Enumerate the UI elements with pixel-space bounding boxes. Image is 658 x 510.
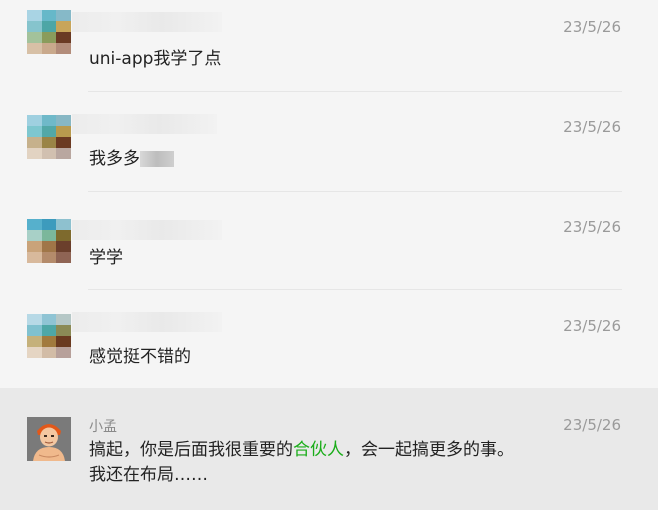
comment-text: 感觉挺不错的 <box>89 347 191 367</box>
username-redacted <box>72 312 222 332</box>
comment-list: 23/5/26 uni-app我学了点 23/5/26 我多多 23/5/26 … <box>0 0 658 510</box>
comment-text: 学学 <box>89 248 123 268</box>
comment-item[interactable]: 23/5/26 学学 <box>0 192 658 290</box>
timestamp: 23/5/26 <box>563 416 621 434</box>
username-redacted <box>72 114 217 134</box>
comment-item-reply[interactable]: 小孟 23/5/26 搞起，你是后面我很重要的合伙人，会一起搞更多的事。我还在布… <box>0 388 658 510</box>
timestamp: 23/5/26 <box>563 18 621 36</box>
comment-text-part: 搞起，你是后面我很重要的 <box>89 440 293 460</box>
avatar[interactable] <box>27 115 71 159</box>
avatar[interactable] <box>27 10 71 54</box>
comment-text: 我多多 <box>89 144 174 169</box>
highlight-link[interactable]: 合伙人 <box>293 440 344 460</box>
comment-text-visible: 我多多 <box>89 149 140 169</box>
username[interactable]: 小孟 <box>89 416 117 436</box>
timestamp: 23/5/26 <box>563 317 621 335</box>
timestamp: 23/5/26 <box>563 118 621 136</box>
comment-item[interactable]: 23/5/26 我多多 <box>0 92 658 192</box>
comment-item[interactable]: 23/5/26 uni-app我学了点 <box>0 0 658 92</box>
comment-text: 搞起，你是后面我很重要的合伙人，会一起搞更多的事。我还在布局…… <box>89 438 519 488</box>
redacted-text <box>140 151 174 167</box>
avatar[interactable] <box>27 314 71 358</box>
avatar[interactable] <box>27 219 71 263</box>
username-redacted <box>72 12 222 32</box>
timestamp: 23/5/26 <box>563 218 621 236</box>
cartoon-avatar-icon <box>27 417 71 461</box>
avatar[interactable] <box>27 417 71 461</box>
comment-text: uni-app我学了点 <box>89 49 222 69</box>
comment-item[interactable]: 23/5/26 感觉挺不错的 <box>0 290 658 388</box>
username-redacted <box>72 220 222 240</box>
